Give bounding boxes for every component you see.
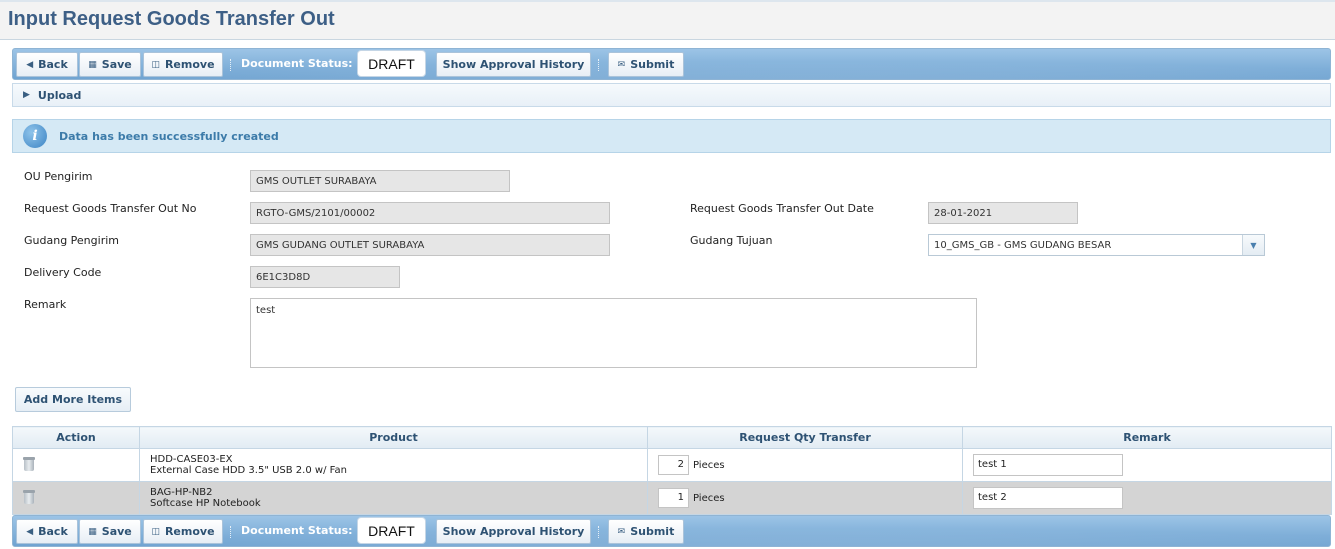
- qty-unit: Pieces: [693, 492, 725, 504]
- remark-textarea[interactable]: test: [250, 298, 977, 368]
- request-date-label: Request Goods Transfer Out Date: [690, 202, 874, 215]
- document-status-label: Document Status:: [241, 524, 353, 537]
- remark-input[interactable]: test 2: [973, 487, 1123, 509]
- column-header-action: Action: [12, 426, 140, 449]
- submit-button[interactable]: ✉ Submit: [608, 519, 684, 544]
- delete-row-icon[interactable]: [23, 489, 35, 504]
- qty-unit: Pieces: [693, 459, 725, 471]
- remove-button[interactable]: ◫ Remove: [143, 519, 223, 544]
- product-name: Softcase HP Notebook: [150, 498, 261, 509]
- toolbar-separator: [598, 526, 600, 538]
- trash-icon: ◫: [151, 59, 160, 70]
- toolbar-separator: [230, 59, 232, 71]
- back-button[interactable]: ◀ Back: [16, 52, 78, 77]
- remove-button[interactable]: ◫ Remove: [143, 52, 223, 77]
- show-approval-history-button[interactable]: Show Approval History: [436, 519, 591, 544]
- column-header-product: Product: [139, 426, 648, 449]
- back-button-label: Back: [38, 525, 68, 538]
- envelope-icon: ✉: [617, 526, 626, 537]
- add-more-items-button[interactable]: Add More Items: [15, 387, 131, 412]
- submit-button[interactable]: ✉ Submit: [608, 52, 684, 77]
- remark-input[interactable]: test 1: [973, 454, 1123, 476]
- envelope-icon: ✉: [617, 59, 626, 70]
- product-code: HDD-CASE03-EX: [150, 454, 233, 465]
- info-message-box: i Data has been successfully created: [12, 119, 1331, 153]
- table-row: HDD-CASE03-EX External Case HDD 3.5" USB…: [12, 448, 1332, 482]
- gudang-pengirim-field: GMS GUDANG OUTLET SURABAYA: [250, 234, 610, 256]
- upload-label: Upload: [37, 88, 82, 102]
- gudang-tujuan-select[interactable]: 10_GMS_GB - GMS GUDANG BESAR ▼: [928, 234, 1265, 256]
- info-icon: i: [23, 124, 47, 148]
- trash-icon: ◫: [151, 526, 160, 537]
- caret-right-icon: ▶: [23, 90, 30, 100]
- column-header-remark: Remark: [962, 426, 1332, 449]
- info-message: Data has been successfully created: [59, 129, 279, 143]
- back-button-label: Back: [38, 58, 68, 71]
- table-row: BAG-HP-NB2 Softcase HP Notebook 1 Pieces …: [12, 481, 1332, 515]
- show-approval-history-label: Show Approval History: [442, 58, 585, 71]
- qty-input[interactable]: 2: [658, 455, 689, 475]
- document-status-value: DRAFT: [357, 517, 426, 544]
- floppy-icon: ▦: [88, 59, 97, 70]
- toolbar-separator: [230, 526, 232, 538]
- product-code: BAG-HP-NB2: [150, 487, 213, 498]
- request-date-field: 28-01-2021: [928, 202, 1078, 224]
- product-name: External Case HDD 3.5" USB 2.0 w/ Fan: [150, 465, 347, 476]
- remark-label: Remark: [24, 298, 67, 311]
- page-title: Input Request Goods Transfer Out: [8, 8, 335, 30]
- column-header-request-qty: Request Qty Transfer: [647, 426, 963, 449]
- items-grid: Action Product Request Qty Transfer Rema…: [12, 426, 1332, 515]
- ou-pengirim-label: OU Pengirim: [24, 170, 93, 183]
- floppy-icon: ▦: [88, 526, 97, 537]
- toolbar-separator: [598, 59, 600, 71]
- caret-left-icon: ◀: [26, 59, 34, 70]
- submit-button-label: Submit: [630, 58, 675, 71]
- chevron-down-icon[interactable]: ▼: [1242, 235, 1264, 255]
- top-toolbar: ◀ Back ▦ Save ◫ Remove Document Status: …: [12, 48, 1331, 80]
- grid-header-row: Action Product Request Qty Transfer Rema…: [12, 426, 1332, 449]
- save-button[interactable]: ▦ Save: [79, 52, 141, 77]
- show-approval-history-label: Show Approval History: [442, 525, 585, 538]
- show-approval-history-button[interactable]: Show Approval History: [436, 52, 591, 77]
- back-button[interactable]: ◀ Back: [16, 519, 78, 544]
- save-button[interactable]: ▦ Save: [79, 519, 141, 544]
- bottom-toolbar: ◀ Back ▦ Save ◫ Remove Document Status: …: [12, 515, 1331, 547]
- save-button-label: Save: [101, 525, 132, 538]
- gudang-pengirim-label: Gudang Pengirim: [24, 234, 119, 247]
- qty-input[interactable]: 1: [658, 488, 689, 508]
- delivery-code-label: Delivery Code: [24, 266, 102, 279]
- save-button-label: Save: [101, 58, 132, 71]
- document-status-label: Document Status:: [241, 57, 353, 70]
- delivery-code-field: 6E1C3D8D: [250, 266, 400, 288]
- delete-row-icon[interactable]: [23, 456, 35, 471]
- ou-pengirim-field: GMS OUTLET SURABAYA: [250, 170, 510, 192]
- request-no-field: RGTO-GMS/2101/00002: [250, 202, 610, 224]
- page-header: Input Request Goods Transfer Out: [0, 0, 1335, 40]
- document-status-value: DRAFT: [357, 50, 426, 77]
- submit-button-label: Submit: [630, 525, 675, 538]
- remove-button-label: Remove: [164, 525, 215, 538]
- gudang-tujuan-value: 10_GMS_GB - GMS GUDANG BESAR: [934, 240, 1112, 251]
- gudang-tujuan-label: Gudang Tujuan: [690, 234, 773, 247]
- request-no-label: Request Goods Transfer Out No: [24, 202, 197, 215]
- upload-panel-toggle[interactable]: ▶ Upload: [12, 83, 1331, 107]
- remove-button-label: Remove: [164, 58, 215, 71]
- caret-left-icon: ◀: [26, 526, 34, 537]
